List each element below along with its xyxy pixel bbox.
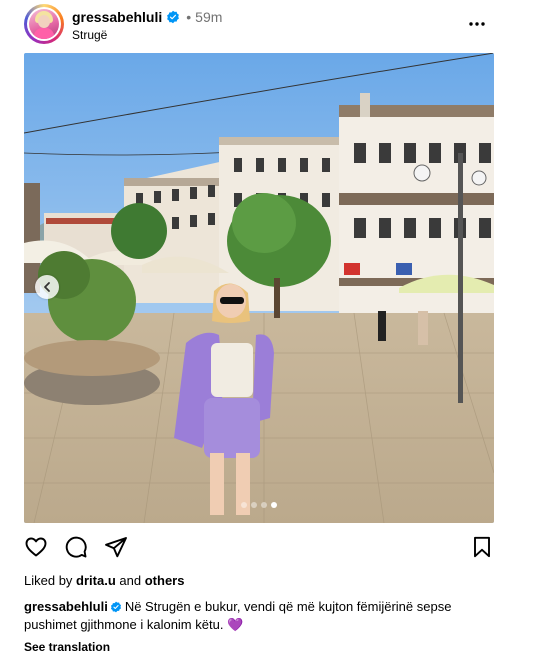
post-actions (24, 535, 494, 561)
carousel-dot (241, 502, 247, 508)
likes-prefix: Liked by (24, 573, 73, 588)
likes-joiner: and (119, 573, 142, 588)
post-header: gressabehluli • 59m Strugë (24, 4, 494, 44)
bookmark-icon[interactable] (470, 535, 494, 559)
heart-icon[interactable] (24, 535, 48, 559)
more-dots-icon[interactable] (468, 16, 486, 32)
username-link[interactable]: gressabehluli (72, 9, 162, 25)
chevron-left-icon (44, 282, 50, 292)
post-location[interactable]: Strugë (72, 28, 107, 42)
liked-by-user-link[interactable]: drita.u (76, 573, 116, 588)
post-caption: gressabehluli Në Strugën e bukur, vendi … (24, 598, 504, 634)
carousel-dot (251, 502, 257, 508)
purple-heart-emoji: 💜 (227, 617, 244, 632)
see-translation-link[interactable]: See translation (24, 640, 110, 654)
post-author: gressabehluli • 59m (72, 9, 222, 25)
liked-by-others-link[interactable]: others (145, 573, 185, 588)
story-ring[interactable] (24, 4, 64, 44)
carousel-dot (261, 502, 267, 508)
verified-badge-icon (167, 10, 180, 24)
post-time[interactable]: 59m (195, 9, 222, 25)
separator-dot: • (186, 9, 192, 25)
carousel-dot-active (271, 502, 277, 508)
comment-bubble-icon[interactable] (64, 535, 88, 559)
avatar[interactable] (29, 9, 59, 39)
carousel-indicator (24, 502, 494, 508)
verified-badge-icon (110, 601, 121, 613)
carousel-prev-button[interactable] (35, 275, 59, 299)
likes-summary: Liked by drita.u and others (24, 573, 184, 588)
paper-plane-icon[interactable] (104, 535, 128, 559)
photo-scene (24, 53, 494, 523)
post-photo[interactable] (24, 53, 494, 523)
caption-username-link[interactable]: gressabehluli (24, 599, 108, 614)
